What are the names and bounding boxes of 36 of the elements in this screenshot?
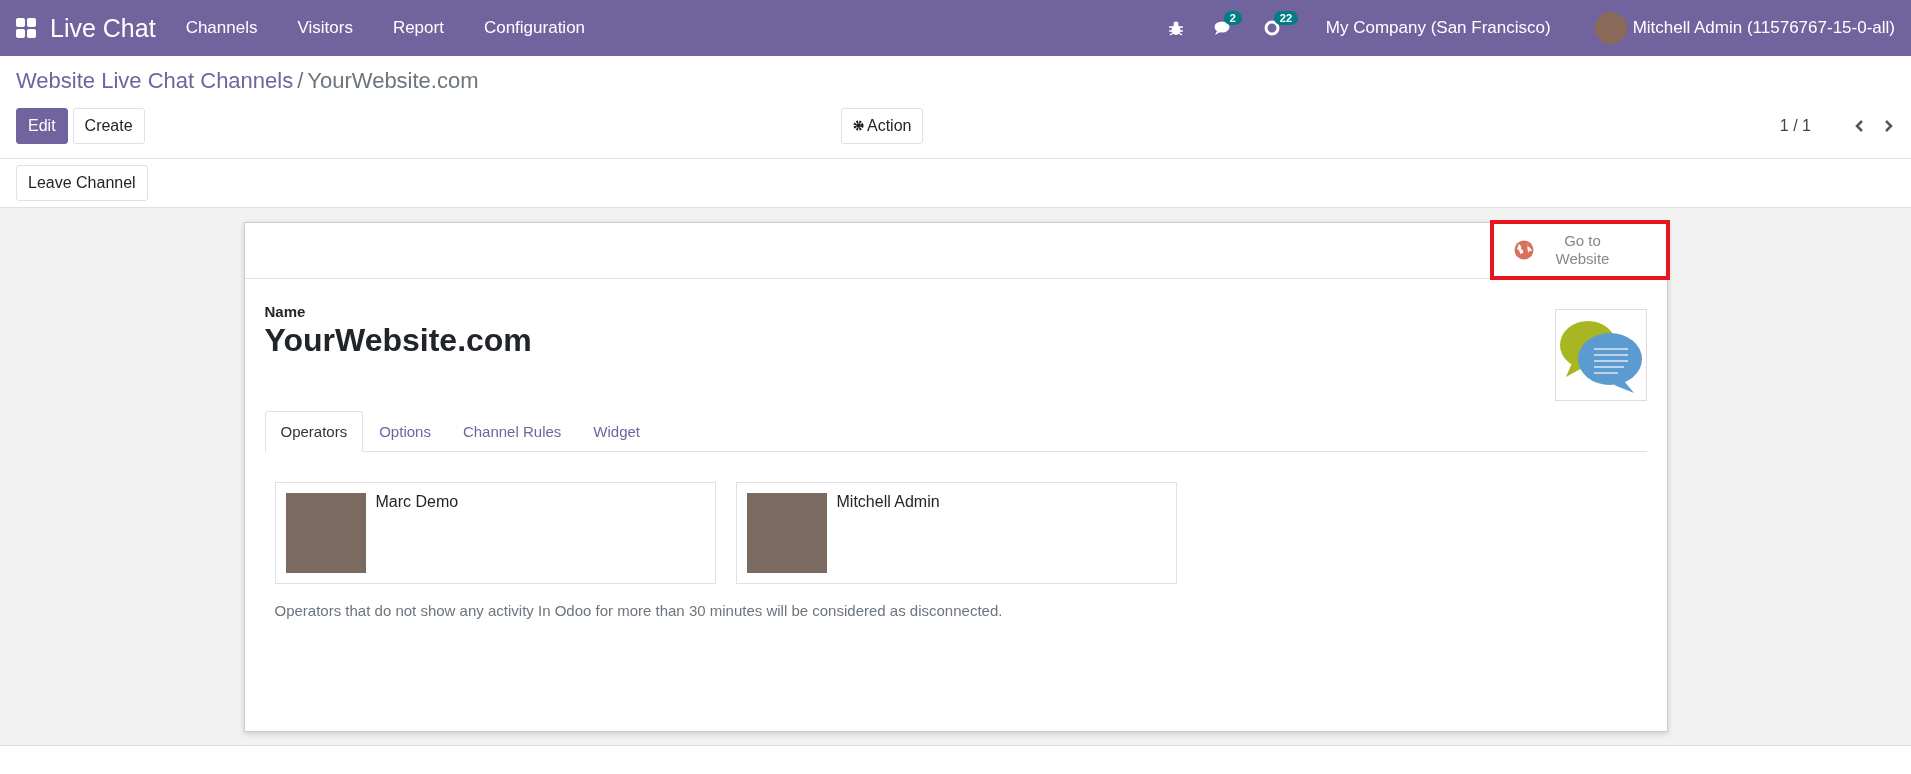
user-menu[interactable]: Mitchell Admin (11576767-15-0-all)	[1632, 18, 1895, 38]
operator-card[interactable]: Marc Demo	[274, 482, 716, 584]
tab[interactable]: Operators	[264, 411, 364, 452]
clock-icon[interactable]	[1263, 20, 1280, 36]
bug-icon[interactable]	[1167, 20, 1184, 36]
go-to-website-button[interactable]: Go to Website	[1489, 220, 1670, 280]
pager-counter: 1 / 1	[1779, 117, 1811, 135]
breadcrumb-current: YourWebsite.com	[307, 68, 479, 93]
previous-icon[interactable]	[1853, 119, 1865, 133]
next-icon[interactable]	[1883, 119, 1895, 133]
activity-count-badge: 22	[1273, 11, 1299, 25]
action-button[interactable]: Action	[841, 108, 924, 144]
operator-card[interactable]: Mitchell Admin	[735, 482, 1177, 584]
tab[interactable]: Options	[363, 411, 447, 452]
menu-item[interactable]: Report	[392, 18, 444, 38]
gear-icon	[853, 120, 864, 131]
breadcrumb-separator: /	[297, 68, 304, 93]
field-label: Name	[264, 303, 307, 320]
edit-button[interactable]: Edit	[16, 108, 68, 144]
menu-item[interactable]: Visitors	[297, 18, 353, 38]
menu-item[interactable]: Channels	[185, 18, 258, 38]
create-button[interactable]: Create	[72, 108, 145, 144]
company-switcher[interactable]: My Company (San Francisco)	[1325, 18, 1551, 38]
menu-item[interactable]: Configuration	[483, 18, 586, 38]
tab[interactable]: Channel Rules	[446, 411, 578, 452]
operator-name: Mitchell Admin	[836, 493, 940, 510]
message-count-badge: 2	[1223, 11, 1242, 25]
leave-channel-button[interactable]: Leave Channel	[16, 165, 148, 201]
app-title[interactable]: Live Chat	[50, 13, 156, 43]
channel-name: YourWebsite.com	[264, 322, 533, 359]
globe-icon	[1513, 240, 1534, 260]
apps-menu-icon[interactable]	[16, 18, 36, 38]
breadcrumb-link[interactable]: Website Live Chat Channels	[16, 68, 294, 93]
operator-name: Marc Demo	[375, 493, 459, 510]
tab[interactable]: Widget	[577, 411, 656, 452]
help-text: Operators that do not show any activity In Odoo for more than 30 minutes will be considered as disconnected.	[273, 601, 1004, 621]
